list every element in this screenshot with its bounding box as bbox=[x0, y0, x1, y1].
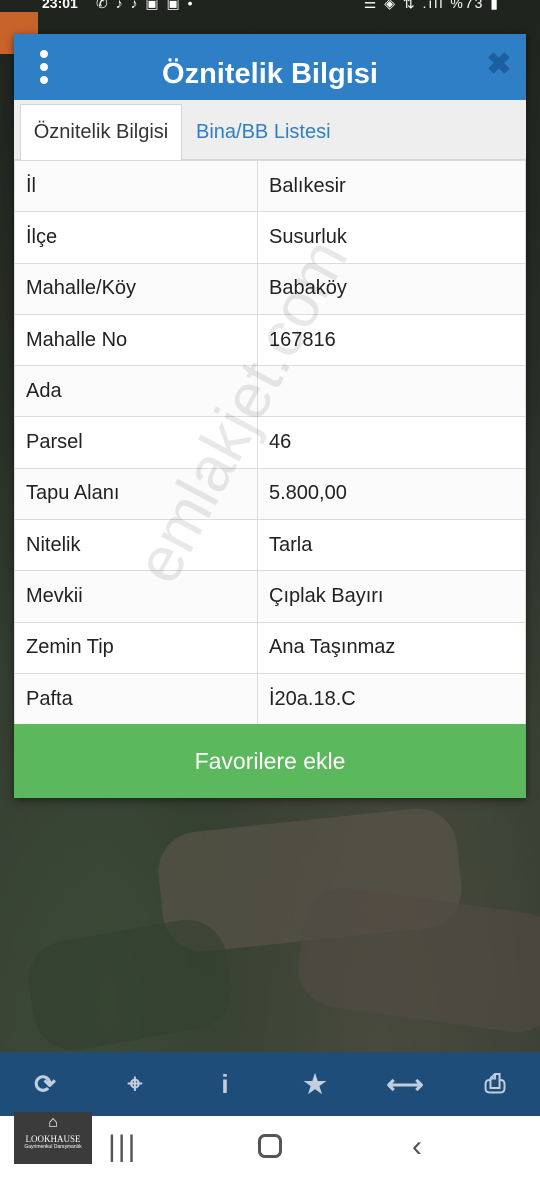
attribute-value: Babaköy bbox=[257, 262, 526, 315]
table-row: Nitelik Tarla bbox=[14, 519, 526, 572]
notification-icons: ✆ ♪ ♪ ▣ ▣ • bbox=[96, 0, 195, 11]
attribute-key: Ada bbox=[14, 365, 258, 418]
table-row: İlçe Susurluk bbox=[14, 211, 526, 264]
measure-icon[interactable]: ⟷ bbox=[385, 1064, 425, 1104]
attribute-value: Tarla bbox=[257, 519, 526, 572]
attribute-value: İ20a.18.C bbox=[257, 672, 526, 726]
tab-attribute-info[interactable]: Öznitelik Bilgisi bbox=[20, 104, 182, 160]
table-row: Pafta İ20a.18.C bbox=[14, 672, 526, 726]
attribute-value: 5.800,00 bbox=[257, 467, 526, 521]
status-time: 23:01 bbox=[42, 0, 78, 11]
attribute-key: Zemin Tip bbox=[14, 621, 258, 674]
attribute-dialog: Öznitelik Bilgisi ✖ Öznitelik Bilgisi Bi… bbox=[14, 34, 526, 798]
table-row: İl Balıkesir bbox=[14, 159, 526, 213]
table-row: Tapu Alanı 5.800,00 bbox=[14, 467, 526, 521]
attribute-key: Nitelik bbox=[14, 519, 258, 572]
attribute-value: Susurluk bbox=[257, 211, 526, 264]
table-row: Mevkii Çıplak Bayırı bbox=[14, 570, 526, 623]
print-icon[interactable]: ⎙ bbox=[475, 1064, 515, 1104]
attribute-table: İl Balıkesir İlçe Susurluk Mahalle/Köy Babakö… bbox=[14, 159, 526, 726]
dialog-title: Öznitelik Bilgisi bbox=[162, 57, 378, 90]
attribute-key: Tapu Alanı bbox=[14, 467, 258, 521]
attribute-value: Ana Taşınmaz bbox=[257, 621, 526, 674]
attribute-key: Parsel bbox=[14, 416, 258, 469]
attribute-value: Balıkesir bbox=[257, 159, 526, 213]
dialog-header: Öznitelik Bilgisi ✖ bbox=[14, 34, 526, 100]
star-icon[interactable]: ★ bbox=[295, 1064, 335, 1104]
add-favorite-button[interactable]: Favorilere ekle bbox=[14, 724, 526, 798]
close-icon[interactable]: ✖ bbox=[486, 50, 512, 80]
table-row: Mahalle/Köy Babaköy bbox=[14, 262, 526, 315]
attribute-value: 167816 bbox=[257, 313, 526, 367]
table-row: Ada bbox=[14, 365, 526, 418]
attribute-key: Mahalle/Köy bbox=[14, 262, 258, 315]
logo-name: LOOKHAUSE bbox=[25, 1134, 81, 1144]
table-row: Parsel 46 bbox=[14, 416, 526, 469]
recent-apps-button[interactable]: ||| bbox=[108, 1130, 137, 1164]
bottom-toolbar: ⟳ ⌖ i ★ ⟷ ⎙ bbox=[0, 1052, 540, 1116]
attribute-key: Mevkii bbox=[14, 570, 258, 623]
attribute-key: İl bbox=[14, 159, 258, 213]
more-vert-icon[interactable] bbox=[36, 50, 52, 84]
attribute-key: İlçe bbox=[14, 211, 258, 264]
brand-logo: ⌂ LOOKHAUSE Gayrimenkul Danışmanlık bbox=[14, 1112, 92, 1164]
attribute-value bbox=[257, 365, 526, 418]
attribute-key: Mahalle No bbox=[14, 313, 258, 367]
system-icons: ☰ ◈ ⇅ .ıll %73 ▮ bbox=[363, 0, 500, 11]
home-button[interactable] bbox=[258, 1134, 282, 1158]
attribute-value: 46 bbox=[257, 416, 526, 469]
table-row: Mahalle No 167816 bbox=[14, 313, 526, 367]
attribute-value: Çıplak Bayırı bbox=[257, 570, 526, 623]
status-bar: 23:01 ✆ ♪ ♪ ▣ ▣ • ☰ ◈ ⇅ .ıll %73 ▮ bbox=[0, 0, 540, 14]
house-icon: ⌂ bbox=[48, 1114, 58, 1131]
attribute-key: Pafta bbox=[14, 672, 258, 726]
tab-building-list[interactable]: Bina/BB Listesi bbox=[184, 104, 343, 160]
logo-subtitle: Gayrimenkul Danışmanlık bbox=[24, 1144, 82, 1150]
locate-icon[interactable]: ⌖ bbox=[115, 1064, 155, 1104]
table-row: Zemin Tip Ana Taşınmaz bbox=[14, 621, 526, 674]
refresh-icon[interactable]: ⟳ bbox=[25, 1064, 65, 1104]
back-button[interactable]: ‹ bbox=[412, 1130, 422, 1164]
tab-bar: Öznitelik Bilgisi Bina/BB Listesi bbox=[14, 100, 526, 160]
info-icon[interactable]: i bbox=[205, 1064, 245, 1104]
